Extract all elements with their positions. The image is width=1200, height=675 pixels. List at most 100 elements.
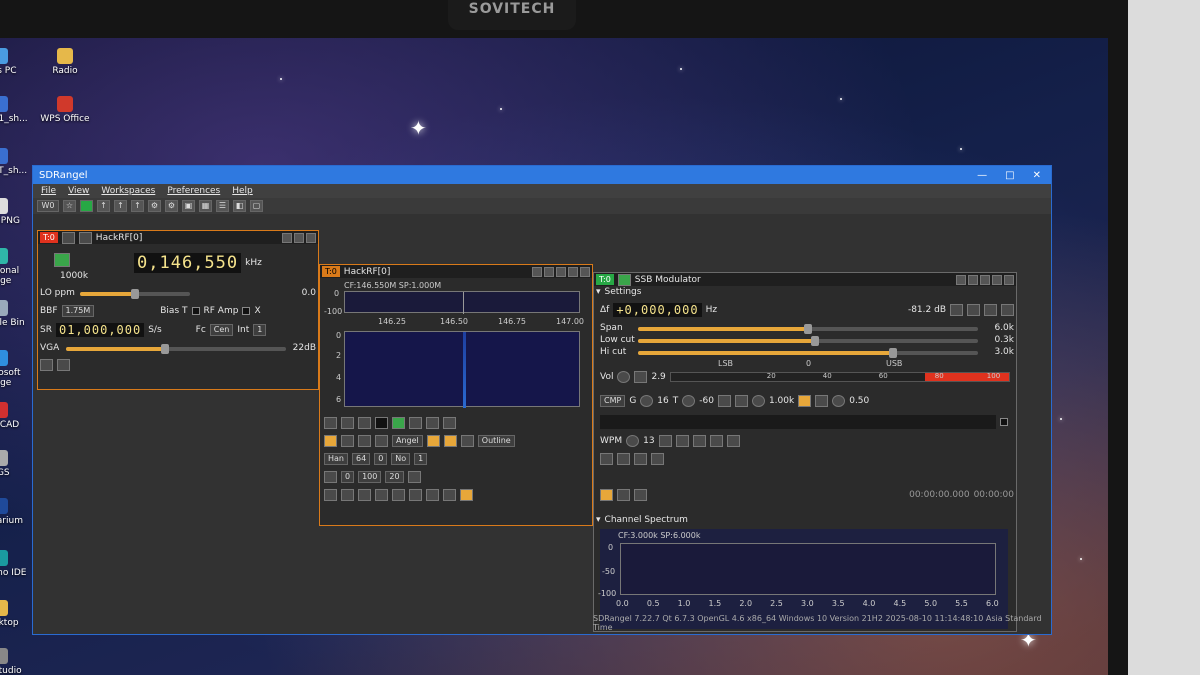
move-icon[interactable] [544, 266, 554, 277]
vga-slider-knob[interactable] [161, 344, 169, 354]
outline-select[interactable]: Outline [477, 435, 515, 447]
bowtie-icon[interactable] [375, 489, 388, 501]
spectrum-plot[interactable] [344, 291, 580, 314]
trophy-icon[interactable] [460, 435, 474, 447]
cw-checkbox[interactable] [1000, 418, 1008, 426]
lowcut-slider-knob[interactable] [810, 336, 819, 346]
lo-ppm-slider[interactable] [80, 289, 190, 299]
delta-freq-display[interactable]: +0,000,000 [613, 303, 702, 317]
cmp-button[interactable]: CMP [600, 395, 626, 407]
desktop-icon[interactable]: ASIStudio [0, 648, 30, 675]
dot-icon[interactable] [658, 435, 672, 447]
span-slider[interactable] [638, 324, 978, 334]
tone-icon[interactable] [734, 395, 748, 407]
bias-t-checkbox[interactable] [191, 307, 200, 315]
span-slider-knob[interactable] [804, 324, 812, 334]
threshold-knob[interactable] [682, 395, 696, 407]
int-select[interactable]: 1 [253, 324, 267, 336]
vga-slider[interactable] [66, 344, 286, 354]
mouse-icon[interactable] [617, 453, 630, 465]
wifi-icon[interactable] [409, 417, 422, 429]
close-icon[interactable] [1004, 274, 1014, 285]
desktop-icon[interactable]: Stellarium [0, 498, 30, 526]
move-icon[interactable] [294, 232, 304, 243]
rx-icon[interactable]: ↑ [97, 200, 110, 212]
maximize-icon[interactable] [556, 266, 566, 277]
avg-select[interactable]: 1 [414, 453, 428, 465]
star-icon[interactable] [78, 231, 92, 244]
folder-icon[interactable] [600, 489, 613, 501]
ruler-icon[interactable] [409, 489, 422, 501]
desktop-icon[interactable]: 2020-1_sh... [0, 96, 30, 124]
desktop-icon[interactable]: UGS [0, 450, 30, 478]
help-icon[interactable] [282, 232, 292, 243]
mimo-icon[interactable]: ↑ [131, 200, 144, 212]
max-input[interactable]: 100 [358, 471, 382, 483]
speaker-icon[interactable] [950, 304, 963, 316]
monitor-icon[interactable] [1001, 304, 1014, 316]
maximize-icon[interactable] [980, 274, 990, 285]
dash-icon[interactable] [675, 435, 689, 447]
warning-icon[interactable] [324, 435, 337, 447]
circle-icon[interactable] [375, 435, 388, 447]
desktop-icon[interactable]: Microsoft Edge [0, 350, 30, 388]
vol-knob[interactable] [617, 371, 631, 383]
fc-select[interactable]: Cen [209, 324, 234, 336]
pause-icon[interactable] [324, 489, 337, 501]
help-icon[interactable] [532, 266, 542, 277]
loop-icon[interactable] [617, 489, 630, 501]
cw-text-input[interactable] [600, 415, 996, 429]
peak-icon[interactable] [392, 417, 405, 429]
x-label[interactable]: X [254, 306, 260, 316]
desktop-icon[interactable]: PCB.PNG [0, 198, 30, 226]
a-icon[interactable] [324, 471, 337, 483]
bars-icon[interactable] [443, 435, 457, 447]
menu-file[interactable]: File [41, 186, 56, 196]
dashes-icon[interactable] [651, 453, 664, 465]
lo-ppm-slider-knob[interactable] [131, 289, 139, 299]
desktop-icon[interactable]: Desktop [0, 600, 30, 628]
rate-select[interactable]: 20 [385, 471, 404, 483]
pen-icon[interactable] [426, 489, 439, 501]
desktop-icon[interactable]: Personal Edge [0, 248, 30, 286]
hicut-slider-knob[interactable] [889, 348, 897, 358]
triangle-icon[interactable] [358, 435, 371, 447]
wpm-knob[interactable] [626, 435, 640, 447]
menu-preferences[interactable]: Preferences [167, 186, 220, 196]
close-icon[interactable]: ✕ [1033, 170, 1041, 181]
move-icon[interactable] [968, 274, 978, 285]
color-icon[interactable] [460, 489, 473, 501]
desktop-icon[interactable]: Arduino IDE [0, 550, 30, 578]
gain-knob[interactable] [640, 395, 654, 407]
loop-icon[interactable] [709, 435, 723, 447]
user-icon[interactable] [57, 359, 70, 371]
shrink-icon[interactable] [992, 274, 1002, 285]
no-select[interactable]: No [391, 453, 411, 465]
mic-icon[interactable] [798, 395, 812, 407]
speaker-icon[interactable] [815, 395, 829, 407]
menu-view[interactable]: View [68, 186, 89, 196]
tile-icon[interactable]: ▦ [199, 200, 212, 212]
play-icon[interactable] [726, 435, 740, 447]
fft-window-select[interactable]: Han [324, 453, 348, 465]
grid-icon[interactable] [426, 435, 440, 447]
desktop-icon[interactable]: 2020-T_sh... [0, 148, 30, 176]
close-icon[interactable] [306, 232, 316, 243]
window-select[interactable]: Angel [392, 435, 423, 447]
grid-icon[interactable] [324, 417, 337, 429]
collapse-icon[interactable]: ▾ [596, 515, 601, 525]
filter-icon[interactable] [967, 304, 980, 316]
down-arrow-icon[interactable] [717, 395, 731, 407]
desktop-icon[interactable]: recycle Bin [0, 300, 30, 328]
volume-knob[interactable] [832, 395, 846, 407]
circle-icon[interactable] [426, 417, 439, 429]
min-input[interactable]: 0 [341, 471, 355, 483]
start-stop-button[interactable] [54, 253, 70, 267]
help-icon[interactable] [956, 274, 966, 285]
channel-spectrum-plot[interactable] [620, 543, 996, 595]
hicut-slider[interactable] [638, 348, 978, 358]
cross-icon[interactable] [358, 417, 371, 429]
black-square-icon[interactable] [375, 417, 388, 429]
cascade-icon[interactable]: ▣ [182, 200, 195, 212]
minimize-icon[interactable]: — [977, 170, 987, 181]
